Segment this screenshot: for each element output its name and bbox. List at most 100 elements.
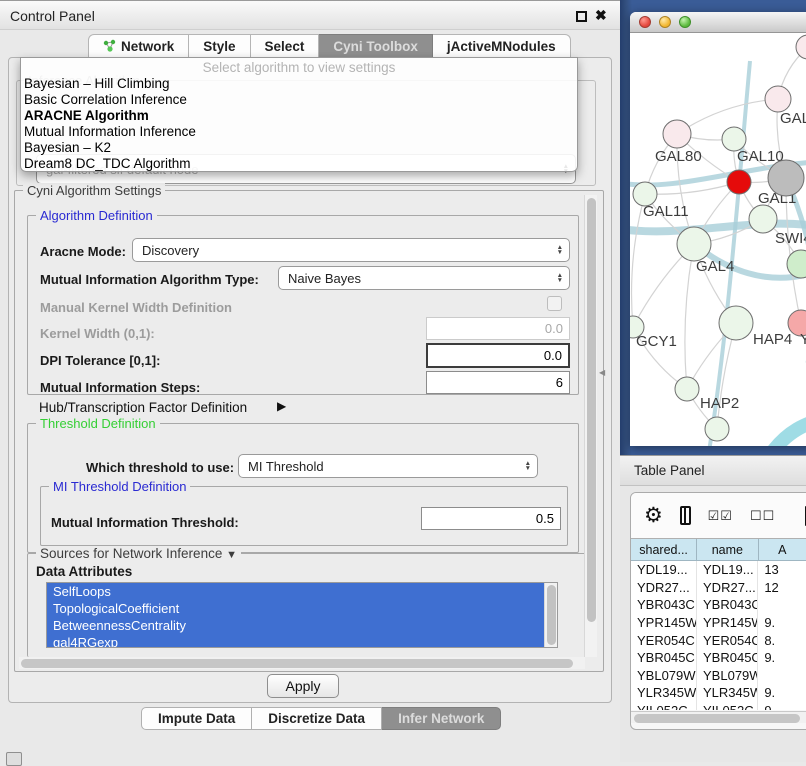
table-cell: YBL079W [631, 667, 697, 685]
gear-icon[interactable]: ⚙ [644, 503, 663, 528]
table-row[interactable]: YBR045CYBR045C9. [631, 649, 806, 667]
split-pane-collapse-icon[interactable]: ◀ [599, 368, 605, 377]
split-columns-icon[interactable] [680, 506, 691, 525]
table-horizontal-scrollbar[interactable] [631, 711, 806, 723]
column-header[interactable]: A [759, 539, 806, 561]
table-row[interactable]: YPR145WYPR145W9. [631, 614, 806, 632]
algorithm-option[interactable]: Mutual Information Inference [21, 124, 577, 140]
algorithm-option[interactable]: ARACNE Algorithm [21, 108, 577, 124]
network-node-swi4[interactable] [749, 205, 777, 233]
algorithm-option[interactable]: Dream8 DC_TDC Algorithm [21, 156, 577, 172]
mi-algorithm-type-combobox[interactable]: Naive Bayes ▲▼ [278, 266, 570, 290]
tab-network[interactable]: Network [88, 34, 189, 59]
tab-jactivemnodules[interactable]: jActiveMNodules [433, 34, 571, 59]
column-header[interactable]: shared... [631, 539, 697, 561]
tab-infer-network[interactable]: Infer Network [382, 707, 501, 730]
network-node-gal80[interactable] [663, 120, 691, 148]
table-row[interactable]: YDR27...YDR27...12 [631, 579, 806, 597]
kernel-width-label: Kernel Width (0,1): [40, 326, 155, 341]
network-node-gal[interactable] [765, 86, 791, 112]
minimized-panel-icon[interactable] [6, 752, 22, 766]
network-edge [685, 244, 694, 389]
minimize-traffic-light-icon[interactable] [659, 16, 671, 28]
algorithm-option[interactable]: Basic Correlation Inference [21, 92, 577, 108]
attribute-list-scrollbar[interactable] [544, 583, 557, 648]
which-threshold-combobox[interactable]: MI Threshold ▲▼ [238, 454, 538, 478]
network-node-gal4[interactable] [677, 227, 711, 261]
mi-algorithm-type-value: Naive Bayes [288, 271, 361, 286]
aracne-mode-combobox[interactable]: Discovery ▲▼ [132, 238, 570, 262]
tab-label: Style [203, 39, 235, 54]
table-cell [758, 667, 806, 685]
checked-checkboxes-icon[interactable]: ☑☑ [708, 508, 733, 524]
tab-impute-data[interactable]: Impute Data [141, 707, 252, 730]
table-row[interactable]: YER054CYER054C8. [631, 631, 806, 649]
which-threshold-value: MI Threshold [248, 459, 324, 474]
sources-title-text: Sources for Network Inference [40, 546, 222, 561]
data-attributes-list[interactable]: SelfLoopsTopologicalCoefficientBetweenne… [46, 582, 558, 648]
zoom-traffic-light-icon[interactable] [679, 16, 691, 28]
table-cell: YDL19... [697, 561, 758, 579]
control-panel-tabs: Network Style Select Cyni Toolbox jActiveMNo… [88, 34, 571, 59]
data-attribute-item[interactable]: TopologicalCoefficient [47, 600, 557, 617]
mi-steps-field[interactable]: 6 [426, 371, 570, 394]
tab-label: Cyni Toolbox [333, 39, 418, 54]
unchecked-checkboxes-icon[interactable]: ☐☐ [750, 508, 775, 524]
network-node[interactable] [768, 160, 804, 196]
dpi-tolerance-field[interactable]: 0.0 [426, 343, 570, 368]
network-node-label: GAL80 [655, 148, 702, 165]
settings-vertical-scrollbar[interactable] [584, 195, 597, 657]
tab-select[interactable]: Select [251, 34, 320, 59]
table-cell: YPR145W [631, 614, 697, 632]
hub-definition-toggle[interactable]: Hub/Transcription Factor Definition [39, 400, 247, 415]
network-node-hap4[interactable] [719, 306, 753, 340]
table-cell: YIL052C [631, 702, 697, 710]
network-view-window[interactable]: GALGAL80GAL10GAL1GAL11SWI4GAL4GCY1HAP4YH… [630, 12, 806, 446]
settings-horizontal-scrollbar[interactable] [19, 657, 585, 669]
close-traffic-light-icon[interactable] [639, 16, 651, 28]
control-panel: Control Panel ✖ NetworkStyleSelectCyni T… [0, 0, 620, 762]
table-row[interactable]: YBL079WYBL079W [631, 667, 806, 685]
algorithm-option[interactable]: Bayesian – Hill Climbing [21, 76, 577, 92]
kernel-width-field[interactable]: 0.0 [426, 317, 570, 340]
network-icon [103, 39, 116, 55]
manual-kernel-width-checkbox[interactable] [547, 296, 562, 311]
algorithm-definition-title: Algorithm Definition [36, 208, 157, 223]
table-cell: YER054C [697, 631, 758, 649]
tab-discretize-data[interactable]: Discretize Data [252, 707, 382, 730]
table-panel-title: Table Panel [634, 463, 705, 478]
network-node-label: GCY1 [636, 333, 677, 350]
table-row[interactable]: YLR345WYLR345W9. [631, 684, 806, 702]
close-icon[interactable]: ✖ [595, 7, 607, 24]
aracne-mode-label: Aracne Mode: [40, 244, 126, 259]
node-table[interactable]: shared...nameA YDL19...YDL19...13YDR27..… [631, 538, 806, 710]
chevron-down-icon[interactable]: ▼ [226, 549, 237, 561]
chevron-right-icon[interactable]: ▶ [277, 399, 286, 413]
network-canvas[interactable]: GALGAL80GAL10GAL1GAL11SWI4GAL4GCY1HAP4YH… [630, 33, 806, 446]
table-row[interactable]: YBR043CYBR043C [631, 596, 806, 614]
mi-threshold-field[interactable]: 0.5 [421, 507, 561, 530]
tab-cyni-toolbox[interactable]: Cyni Toolbox [319, 34, 433, 59]
algorithm-definition-group: Algorithm Definition Aracne Mode: Discov… [27, 215, 579, 395]
table-cell: 9. [758, 649, 806, 667]
network-window-titlebar[interactable] [630, 12, 806, 33]
data-attribute-item[interactable]: BetweennessCentrality [47, 617, 557, 634]
table-cell: YBL079W [697, 667, 758, 685]
algorithm-dropdown-items: Bayesian – Hill ClimbingBasic Correlatio… [21, 76, 577, 172]
data-attribute-item[interactable]: gal4RGexp [47, 634, 557, 648]
table-row[interactable]: YDL19...YDL19...13 [631, 561, 806, 579]
column-header[interactable]: name [697, 539, 758, 561]
network-node[interactable] [796, 35, 806, 59]
network-node-hap2[interactable] [675, 377, 699, 401]
table-row[interactable]: YIL052CYIL052C9. [631, 702, 806, 710]
table-cell [758, 596, 806, 614]
table-toolbar: ⚙ ☑☑ ☐☐ [631, 493, 806, 538]
combobox-arrows-icon: ▲▼ [525, 455, 531, 477]
network-node[interactable] [705, 417, 729, 441]
apply-button[interactable]: Apply [267, 674, 339, 698]
tab-style[interactable]: Style [189, 34, 250, 59]
data-attribute-item[interactable]: SelfLoops [47, 583, 557, 600]
float-window-icon[interactable] [576, 11, 587, 22]
network-node-gal1[interactable] [727, 170, 751, 194]
algorithm-option[interactable]: Bayesian – K2 [21, 140, 577, 156]
